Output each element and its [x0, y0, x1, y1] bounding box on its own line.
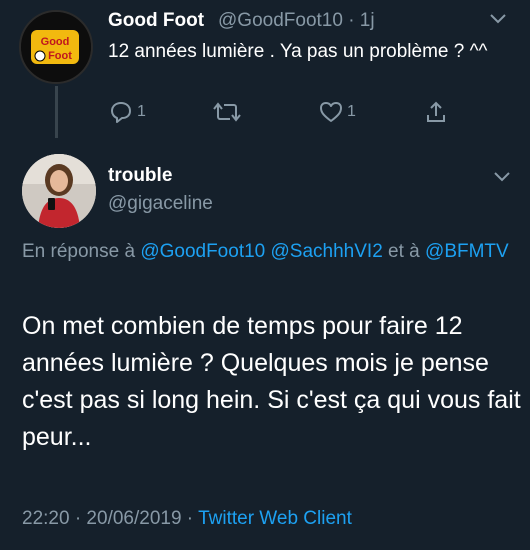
tweet-actions: 1 1 [108, 100, 468, 130]
reply-action[interactable]: 1 [108, 100, 146, 124]
share-action[interactable] [424, 100, 448, 124]
tweet-text: On met combien de temps pour faire 12 an… [22, 312, 521, 451]
avatar-trouble[interactable] [22, 154, 96, 228]
logo-text-foot: Foot [48, 50, 72, 62]
author-handle-time[interactable]: @GoodFoot10 · 1j [218, 10, 375, 32]
retweet-action[interactable] [212, 100, 242, 124]
author-name[interactable]: Good Foot [108, 10, 204, 32]
tweet-meta: 22:20 · 20/06/2019 · Twitter Web Client [22, 508, 352, 530]
share-icon [427, 101, 445, 122]
tweet-text: 12 années lumière . Ya pas un problème ?… [108, 41, 488, 62]
reply-user-link[interactable]: @BFMTV [425, 241, 509, 262]
reply-icon [111, 102, 131, 123]
author-handle[interactable]: @gigaceline [108, 193, 213, 215]
retweet-icon [213, 102, 241, 122]
tweet-timestamp[interactable]: 22:20 · 20/06/2019 · [22, 508, 198, 529]
reply-joiner: et à [382, 241, 420, 262]
like-action[interactable]: 1 [318, 100, 356, 124]
logo-text-good: Good [41, 36, 70, 48]
reply-count: 1 [137, 103, 146, 120]
chevron-down-icon[interactable] [488, 12, 508, 31]
reply-prefix: En réponse à [22, 241, 141, 262]
reply-context: En réponse à @GoodFoot10 @SachhhVI2 et à… [22, 238, 512, 266]
avatar-goodfoot[interactable]: Good Foot [19, 10, 93, 84]
like-icon [320, 102, 342, 122]
reply-user-link[interactable]: @GoodFoot10 [140, 241, 265, 262]
thread-line [55, 86, 58, 138]
like-count: 1 [347, 103, 356, 120]
reply-user-link[interactable]: @SachhhVI2 [271, 241, 383, 262]
tweet-client[interactable]: Twitter Web Client [198, 508, 352, 529]
chevron-down-icon[interactable] [492, 170, 512, 189]
author-name[interactable]: trouble [108, 165, 172, 187]
